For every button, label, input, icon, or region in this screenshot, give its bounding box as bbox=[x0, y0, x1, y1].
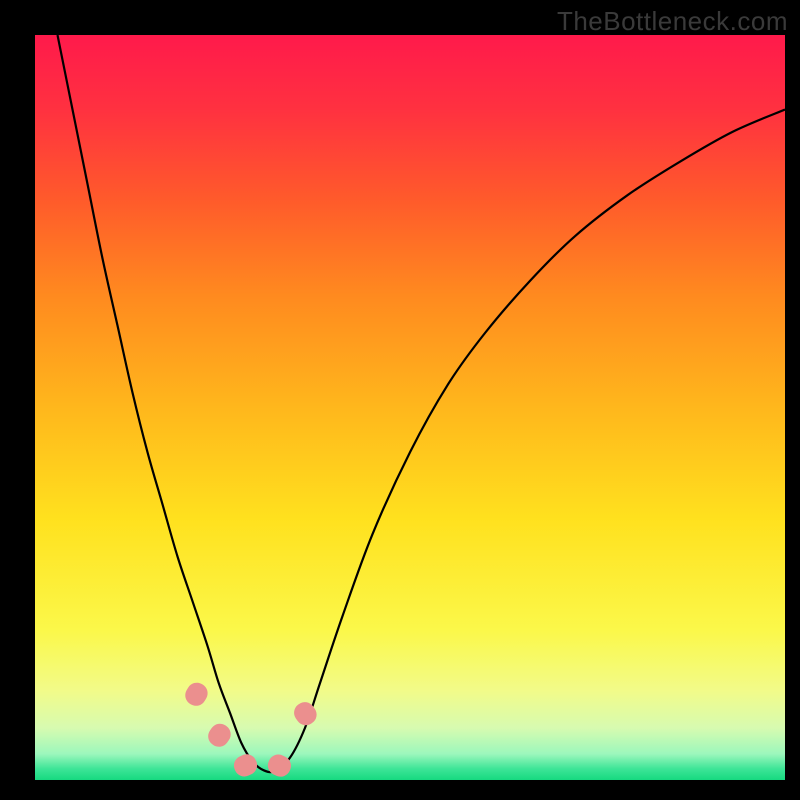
watermark-text: TheBottleneck.com bbox=[557, 6, 788, 37]
bottleneck-curve bbox=[35, 35, 785, 780]
chart-frame: TheBottleneck.com bbox=[0, 0, 800, 800]
plot-area bbox=[35, 35, 785, 780]
